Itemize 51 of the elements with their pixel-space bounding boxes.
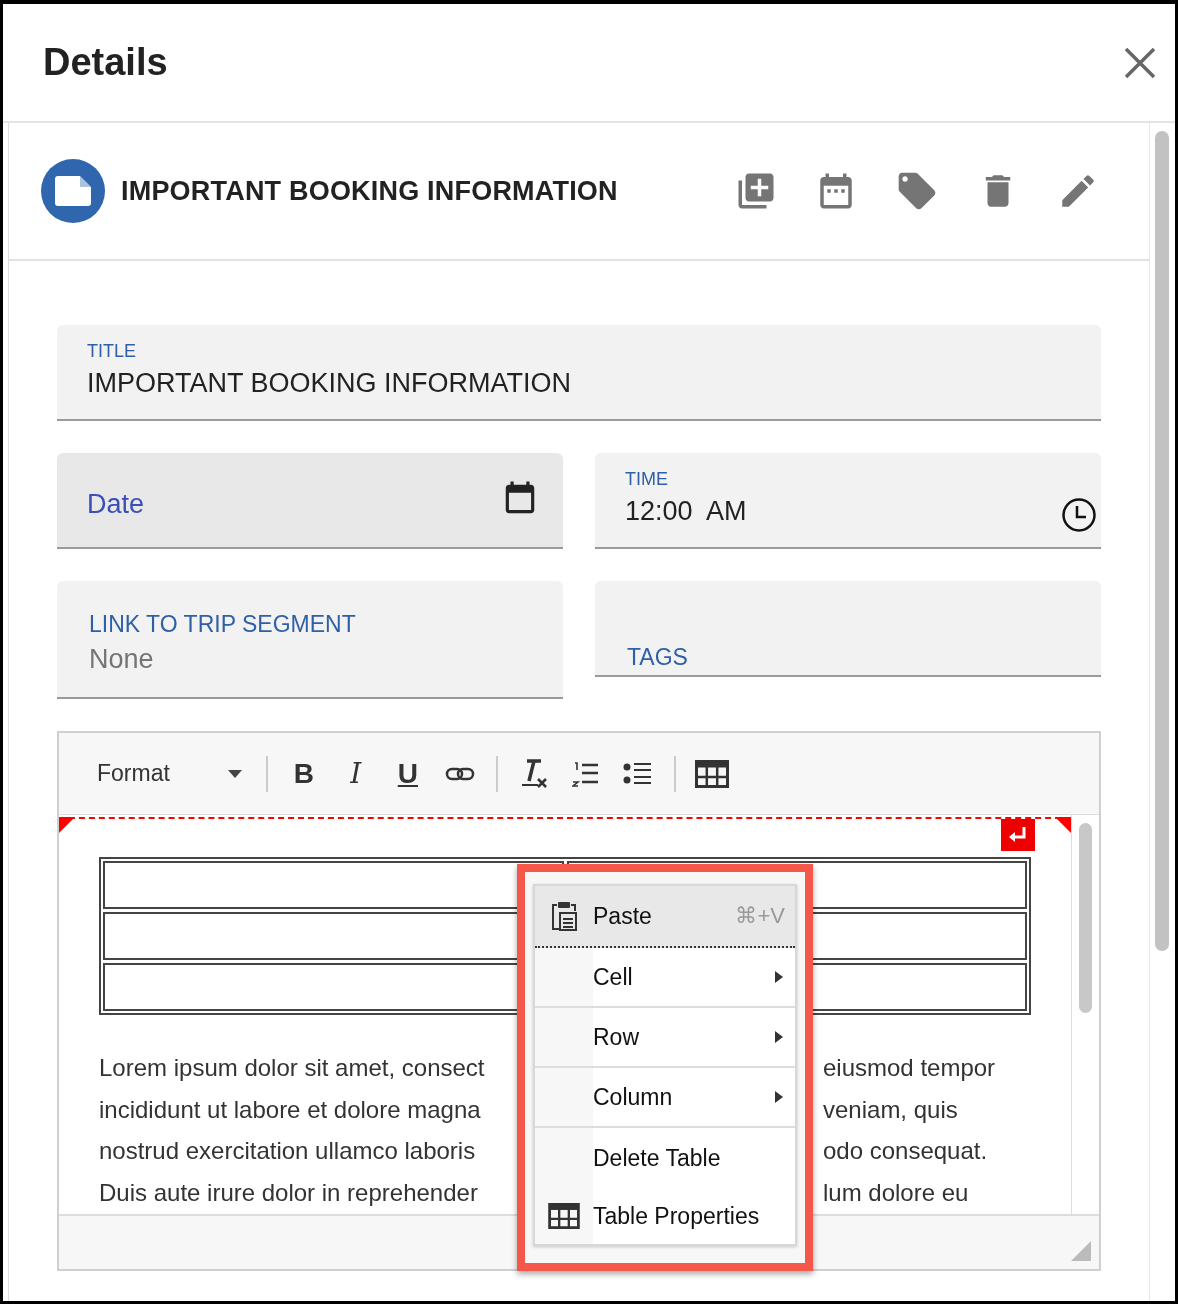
paragraph-text: lum dolore eu <box>823 1177 970 1208</box>
dialog-title: Details <box>43 41 168 84</box>
paragraph-text: Lorem ipsum dolor sit amet, consect <box>99 1053 486 1083</box>
date-field[interactable]: Date <box>57 453 563 549</box>
paragraph-text: veniam, quis <box>823 1094 959 1125</box>
time-field[interactable]: TIME 12:00 AM <box>595 453 1101 549</box>
submenu-arrow-icon <box>775 971 783 983</box>
clipboard-icon <box>549 900 579 932</box>
paragraph-text: odo consequat. <box>823 1136 989 1166</box>
field-placeholder: Date <box>87 489 145 520</box>
scrollbar-thumb[interactable] <box>1155 131 1169 951</box>
paragraph-text: incididunt ut labore et dolore magna <box>99 1094 482 1125</box>
paragraph-text: eiusmod tempor <box>823 1053 997 1083</box>
menu-item[interactable]: Column <box>535 1068 795 1128</box>
paragraph-text: nostrud exercitation ullamco laboris <box>99 1136 477 1166</box>
title-field[interactable]: TITLE IMPORTANT BOOKING INFORMATION <box>57 325 1101 421</box>
numbered-list-icon <box>571 759 600 788</box>
scrollbar-thumb[interactable] <box>1079 823 1092 1013</box>
bulleted-list-icon <box>622 760 653 787</box>
menu-item[interactable]: Cell <box>535 948 795 1008</box>
close-icon[interactable] <box>1123 45 1157 80</box>
caret-icon <box>227 769 242 778</box>
field-value: IMPORTANT BOOKING INFORMATION <box>87 368 573 399</box>
field-label: TIME <box>625 469 669 490</box>
menu-item[interactable]: Paste ⌘+V <box>535 886 795 948</box>
bold-button[interactable]: B <box>277 753 330 794</box>
submenu-arrow-icon <box>775 1091 783 1103</box>
paragraph-text: Duis aute irure dolor in reprehender <box>99 1177 479 1208</box>
table-icon <box>548 1203 580 1229</box>
shortcut-text: ⌘+V <box>735 903 785 929</box>
trip-segment-field[interactable]: LINK TO TRIP SEGMENT None <box>57 581 563 699</box>
field-value: 12:00 AM <box>625 496 748 527</box>
record-title: IMPORTANT BOOKING INFORMATION <box>121 175 619 207</box>
field-value: None <box>89 644 155 675</box>
menu-item[interactable]: Row <box>535 1008 795 1068</box>
italic-button[interactable]: I <box>329 753 382 794</box>
enter-icon <box>1001 819 1035 851</box>
submenu-arrow-icon <box>775 1031 783 1043</box>
field-label: LINK TO TRIP SEGMENT <box>89 611 357 638</box>
clock-icon <box>1061 497 1097 533</box>
field-label: TAGS <box>627 644 689 671</box>
link-icon <box>444 765 475 782</box>
tags-field[interactable]: TAGS <box>595 581 1101 677</box>
resize-handle-icon[interactable] <box>1071 1241 1091 1261</box>
menu-item[interactable]: Table Properties <box>535 1188 795 1244</box>
menu-item[interactable]: Delete Table <box>535 1128 795 1188</box>
format-dropdown[interactable]: Format <box>97 760 256 787</box>
corner-marker <box>59 817 75 833</box>
field-label: TITLE <box>87 341 137 362</box>
underline-button[interactable]: U <box>381 753 434 794</box>
table-icon <box>694 759 729 788</box>
